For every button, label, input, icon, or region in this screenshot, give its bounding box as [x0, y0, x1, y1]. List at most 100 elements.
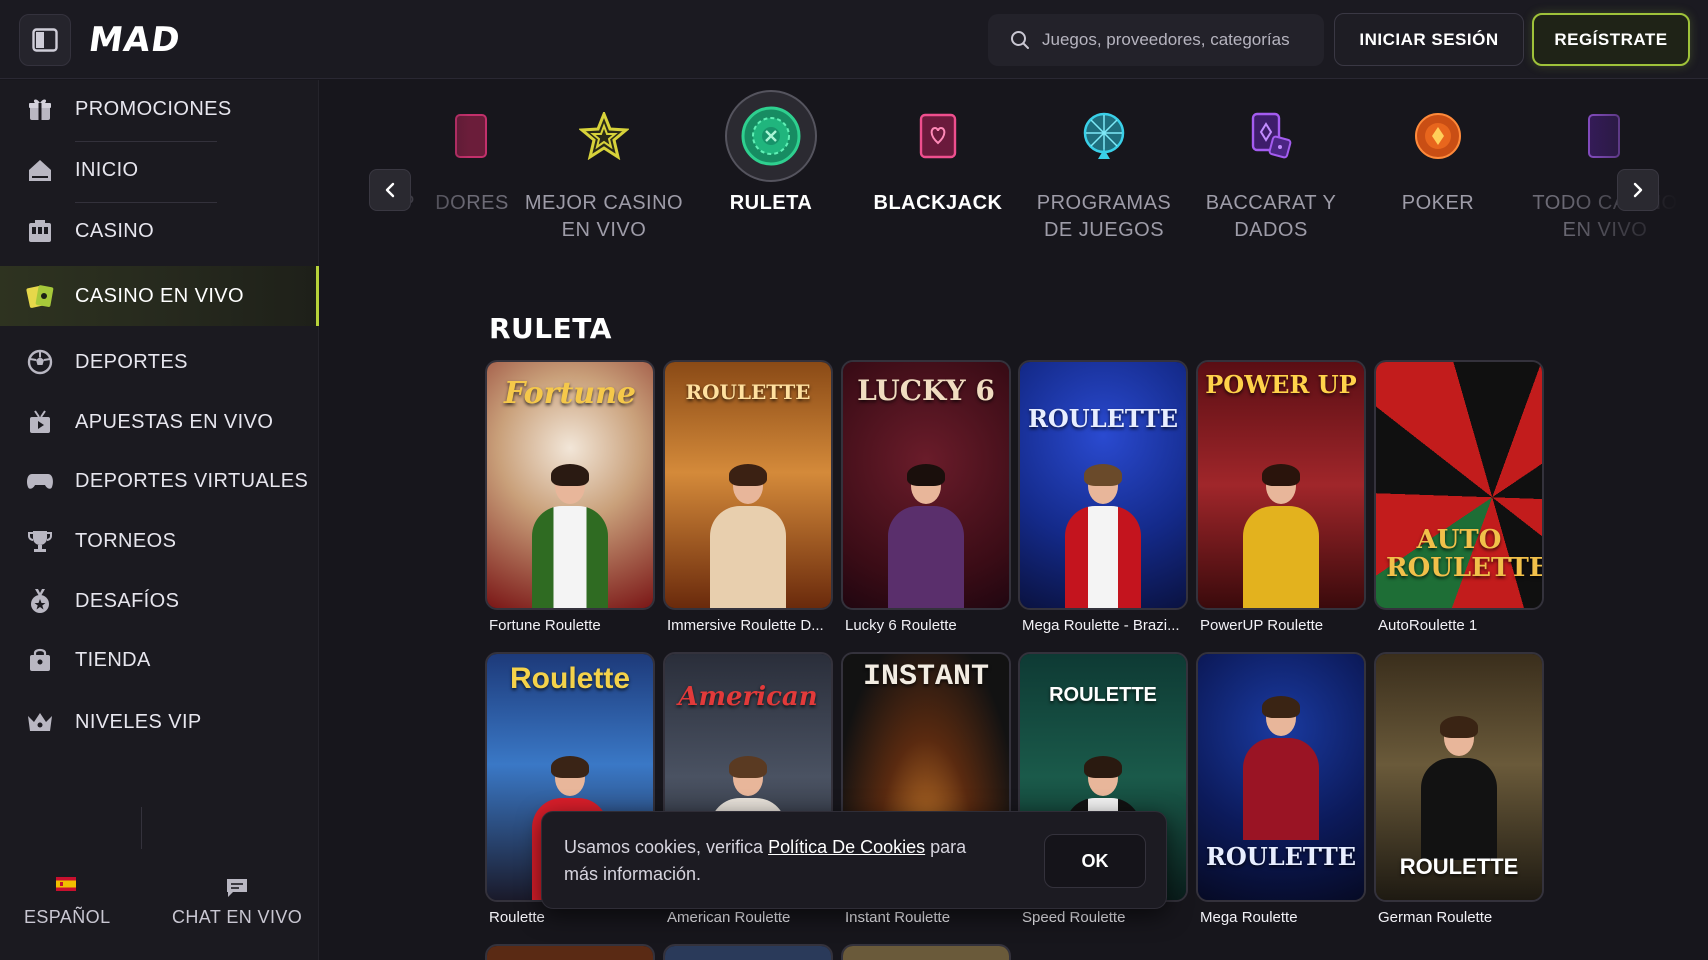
register-button[interactable]: REGÍSTRATE [1532, 13, 1690, 66]
sidebar-item-torneos[interactable]: TORNEOS [0, 512, 319, 570]
carousel-prev-button[interactable] [369, 169, 411, 211]
game-title[interactable]: German Roulette [1378, 909, 1550, 926]
game-brand-text: POWER UP [1205, 370, 1357, 399]
trophy-icon [26, 527, 54, 555]
game-brand-text: AUTO ROULETTE [1386, 525, 1544, 583]
game-tile-mega-roulette[interactable]: ROULETTE [1196, 652, 1366, 902]
sidebar-item-casino-en-vivo[interactable]: CASINO EN VIVO [0, 266, 319, 326]
category-label: RULETA [729, 192, 813, 214]
game-title[interactable]: Mega Roulette [1200, 909, 1372, 926]
game-tile-lucky-6-roulette[interactable]: LUCKY 6 [841, 360, 1011, 610]
game-tile-fortune-roulette[interactable]: Fortune [485, 360, 655, 610]
game-title[interactable]: Roulette [489, 909, 661, 926]
game-brand-text: LUCKY 6 [857, 374, 995, 407]
dealer-figure [1233, 696, 1329, 840]
game-brand-text: American [678, 682, 818, 712]
game-brand-text: ROULETTE [685, 380, 811, 404]
medal-icon [26, 587, 54, 615]
game-brand-text: Roulette [510, 662, 630, 695]
game-title[interactable]: American Roulette [667, 909, 839, 926]
dealer-figure [878, 464, 974, 608]
roulette-icon [725, 90, 817, 182]
chevron-right-icon [1633, 182, 1643, 198]
cookie-ok-button[interactable]: OK [1044, 834, 1146, 888]
sidebar-item-label: DEPORTES [75, 350, 188, 373]
game-tile-german-roulette[interactable]: ROULETTE [1374, 652, 1544, 902]
game-title[interactable]: AutoRoulette 1 [1378, 617, 1550, 634]
game-title[interactable]: Instant Roulette [845, 909, 1017, 926]
game-tile-mega-roulette-brazilian[interactable]: ROULETTE [1018, 360, 1188, 610]
dealer-figure [1055, 464, 1151, 608]
category-item-ruleta[interactable]: RULETA [691, 90, 851, 217]
sidebar-toggle-button[interactable] [19, 14, 71, 66]
game-brand-text: INSTANT [862, 660, 990, 694]
category-item-blackjack[interactable]: BLACKJACK [858, 90, 1018, 217]
category-label: BACCARAT Y DADOS [1205, 192, 1337, 241]
sidebar-item-label: CASINO EN VIVO [75, 284, 244, 307]
language-label: ESPAÑOL [24, 907, 111, 927]
live-cards-icon [26, 282, 54, 310]
sidebar: PROMOCIONES INICIO CASINO CASINO EN VIVO… [0, 80, 319, 960]
game-title[interactable]: Fortune Roulette [489, 617, 661, 634]
heart-card-icon [892, 90, 984, 182]
sidebar-item-label: NIVELES VIP [75, 710, 202, 733]
logo-text: MAD [86, 20, 184, 60]
footer-divider [141, 807, 142, 849]
sidebar-item-label: TIENDA [75, 648, 151, 671]
game-tile-powerup-roulette[interactable]: POWER UP [1196, 360, 1366, 610]
category-item-poker[interactable]: POKER [1358, 90, 1518, 217]
live-chat-button[interactable]: CHAT EN VIVO [170, 877, 305, 937]
sidebar-panel-icon [32, 28, 58, 52]
category-item-programas-de-juegos[interactable]: PROGRAMAS DE JUEGOS [1024, 90, 1184, 244]
poker-chip-icon [1392, 90, 1484, 182]
game-title[interactable]: PowerUP Roulette [1200, 617, 1372, 634]
crown-icon [26, 708, 54, 736]
chevron-left-icon [385, 182, 395, 198]
category-item-mejor-casino-en-vivo[interactable]: MEJOR CASINO EN VIVO [524, 90, 684, 244]
sidebar-item-deportes-virtuales[interactable]: DEPORTES VIRTUALES [0, 452, 319, 510]
star-icon [558, 90, 650, 182]
game-brand-text: ROULETTE [1027, 404, 1179, 433]
game-tile-partial[interactable] [485, 944, 655, 960]
game-title[interactable]: Lucky 6 Roulette [845, 617, 1017, 634]
sidebar-item-inicio[interactable]: INICIO [0, 141, 319, 199]
cards-dice-icon [1225, 90, 1317, 182]
sidebar-item-desafios[interactable]: DESAFÍOS [0, 572, 319, 630]
game-tile-partial[interactable] [663, 944, 833, 960]
category-item-baccarat-y-dados[interactable]: BACCARAT Y DADOS [1191, 90, 1351, 244]
game-tile-autoroulette-1[interactable]: AUTO ROULETTE [1374, 360, 1544, 610]
dealer-figure [700, 464, 796, 608]
dealer-figure [1411, 716, 1507, 860]
slot-machine-icon [26, 217, 54, 245]
game-brand-text: ROULETTE [1049, 684, 1157, 706]
sidebar-item-label: CASINO [75, 219, 155, 242]
login-button[interactable]: INICIAR SESIÓN [1334, 13, 1524, 66]
cookie-policy-link[interactable]: Política De Cookies [768, 837, 925, 857]
sidebar-item-casino[interactable]: CASINO [0, 202, 319, 260]
sidebar-item-promociones[interactable]: PROMOCIONES [0, 80, 319, 138]
soccer-ball-icon [26, 348, 54, 376]
sidebar-item-apuestas-en-vivo[interactable]: APUESTAS EN VIVO [0, 393, 319, 451]
language-selector[interactable]: ESPAÑOL [24, 877, 139, 937]
game-brand-text: ROULETTE [1399, 854, 1519, 879]
sidebar-item-label: PROMOCIONES [75, 97, 232, 120]
game-tile-partial[interactable] [841, 944, 1011, 960]
sidebar-item-label: DEPORTES VIRTUALES [75, 469, 309, 492]
search-input[interactable] [1042, 30, 1312, 50]
search-icon [1011, 31, 1029, 49]
sidebar-item-label: TORNEOS [75, 529, 177, 552]
site-logo[interactable]: MAD [86, 20, 184, 60]
game-tile-immersive-roulette-deluxe[interactable]: ROULETTE [663, 360, 833, 610]
search-box[interactable] [988, 14, 1324, 66]
game-title[interactable]: Speed Roulette [1022, 909, 1194, 926]
sidebar-item-deportes[interactable]: DEPORTES [0, 333, 319, 391]
top-header: MAD INICIAR SESIÓN REGÍSTRATE [0, 0, 1708, 79]
sidebar-item-tienda[interactable]: TIENDA [0, 631, 319, 689]
game-title[interactable]: Mega Roulette - Brazi... [1022, 617, 1194, 634]
dealer-figure [522, 464, 618, 608]
live-chat-label: CHAT EN VIVO [172, 907, 303, 927]
wheel-icon [1058, 90, 1150, 182]
sidebar-item-niveles-vip[interactable]: NIVELES VIP [0, 693, 319, 751]
game-title[interactable]: Immersive Roulette D... [667, 617, 839, 634]
carousel-next-button[interactable] [1617, 169, 1659, 211]
